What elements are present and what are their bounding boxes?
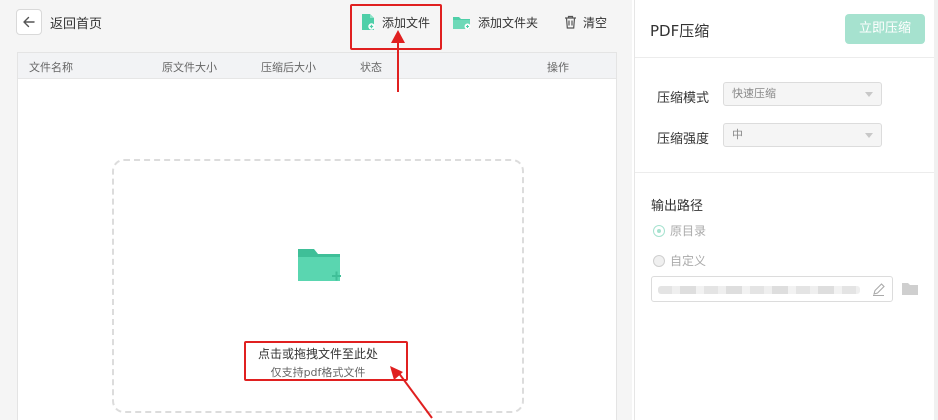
strength-label: 压缩强度	[657, 132, 710, 147]
radio-custom-label: 自定义	[670, 254, 707, 268]
strength-select[interactable]: 中	[723, 123, 882, 147]
drop-text-highlight	[244, 341, 408, 381]
mode-select-value: 快速压缩	[732, 87, 776, 100]
output-path-input[interactable]	[651, 276, 893, 302]
panel-divider-top	[635, 57, 938, 58]
radio-custom-dir[interactable]: 自定义	[653, 252, 706, 269]
clear-label: 清空	[583, 15, 608, 30]
add-folder-label: 添加文件夹	[478, 15, 539, 30]
mode-label: 压缩模式	[657, 91, 710, 106]
output-path-label: 输出路径	[651, 199, 704, 214]
settings-panel: PDF压缩 立即压缩 压缩模式 快速压缩 压缩强度 中 输出路径 原目录 自定义	[634, 0, 938, 420]
folder-icon[interactable]	[901, 281, 919, 296]
back-arrow-icon	[23, 16, 35, 28]
col-compressed-size: 压缩后大小	[261, 61, 316, 74]
scrollbar[interactable]	[934, 0, 938, 420]
col-original-size: 原文件大小	[162, 61, 217, 74]
radio-original-label: 原目录	[670, 224, 707, 238]
radio-unchecked-icon	[653, 254, 665, 267]
back-label[interactable]: 返回首页	[50, 13, 102, 32]
add-file-highlight	[350, 4, 442, 50]
start-compress-button[interactable]: 立即压缩	[845, 14, 925, 44]
col-status: 状态	[360, 61, 382, 74]
panel-divider-middle	[635, 172, 938, 173]
trash-icon	[565, 15, 576, 29]
col-actions: 操作	[547, 61, 569, 74]
col-file-name: 文件名称	[29, 61, 73, 74]
chevron-down-icon	[865, 92, 873, 97]
toolbar: 返回首页 添加文件 添加文件夹 清空	[0, 0, 632, 46]
edit-icon[interactable]	[871, 282, 886, 297]
radio-checked-icon	[653, 224, 665, 237]
clear-button[interactable]: 清空	[564, 10, 607, 34]
panel-title: PDF压缩	[650, 22, 710, 40]
add-folder-button[interactable]: 添加文件夹	[452, 10, 538, 34]
strength-select-value: 中	[732, 128, 743, 141]
mode-select[interactable]: 快速压缩	[723, 82, 882, 106]
blurred-path-text	[658, 286, 860, 294]
table-header: 文件名称 原文件大小 压缩后大小 状态 操作	[18, 53, 616, 79]
folder-add-icon	[298, 249, 341, 281]
back-button[interactable]	[16, 9, 42, 35]
add-folder-icon	[453, 17, 471, 30]
chevron-down-icon	[865, 133, 873, 138]
radio-original-dir[interactable]: 原目录	[653, 222, 706, 239]
